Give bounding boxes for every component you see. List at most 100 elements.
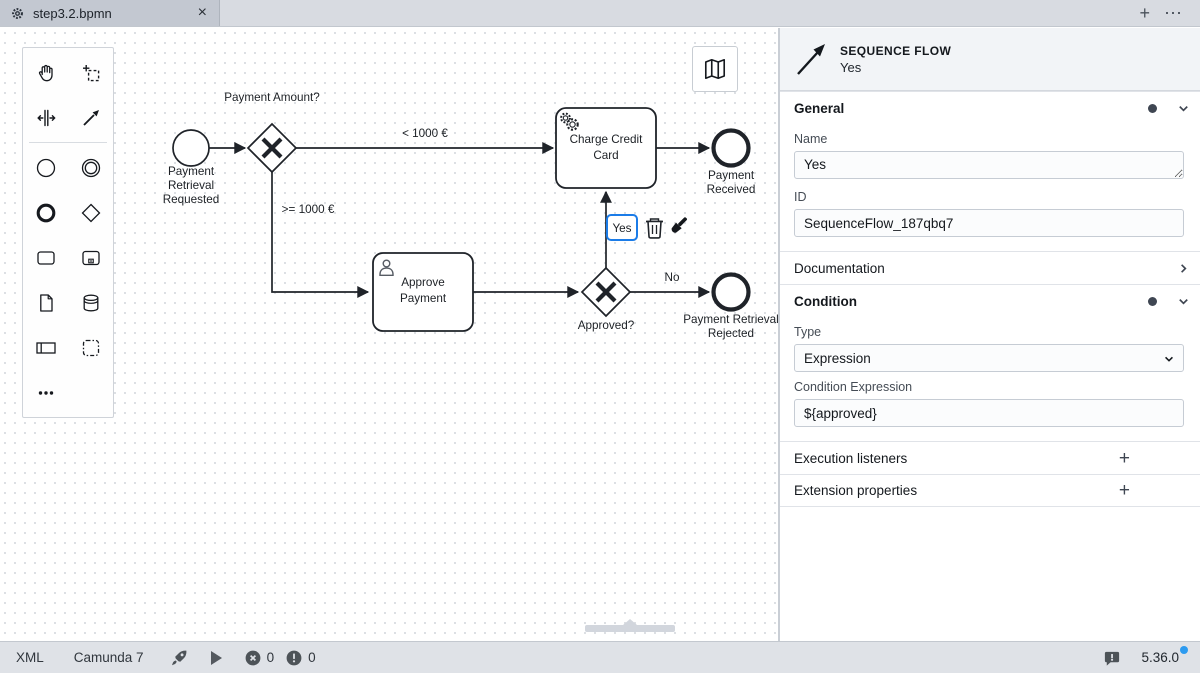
error-count: 0 bbox=[267, 650, 275, 665]
group-condition[interactable]: Condition bbox=[780, 284, 1200, 317]
palette-show-more[interactable] bbox=[23, 370, 68, 415]
start-event-label[interactable]: Requested bbox=[163, 193, 220, 206]
hand-tool[interactable] bbox=[23, 50, 68, 95]
end-received-label[interactable]: Payment bbox=[708, 169, 755, 182]
properties-header: SEQUENCE FLOW Yes bbox=[780, 28, 1200, 91]
end-rejected-label[interactable]: Payment Retrieval bbox=[683, 313, 779, 326]
intermediate-event-icon bbox=[79, 156, 103, 180]
bottom-panel-handle[interactable] bbox=[585, 625, 675, 632]
gateway1-label[interactable]: Payment Amount? bbox=[224, 91, 320, 104]
group-extension-properties[interactable]: Extension properties + bbox=[780, 474, 1200, 507]
create-end-event[interactable] bbox=[23, 190, 68, 235]
group-title: Documentation bbox=[794, 261, 885, 276]
connect-arrow-icon bbox=[79, 106, 103, 130]
create-subprocess[interactable] bbox=[68, 235, 113, 280]
name-input[interactable]: Yes bbox=[794, 151, 1184, 179]
task-charge-label: Card bbox=[593, 149, 618, 162]
gateway-icon bbox=[79, 201, 103, 225]
chevron-down-icon[interactable] bbox=[1176, 294, 1190, 308]
start-event-payment-retrieval-requested[interactable] bbox=[173, 130, 209, 166]
group-data-dot-icon bbox=[1148, 297, 1157, 306]
group-execution-listeners[interactable]: Execution listeners + bbox=[780, 441, 1200, 474]
end-event-payment-retrieval-rejected[interactable] bbox=[714, 275, 749, 310]
task-icon bbox=[34, 246, 58, 270]
create-data-store[interactable] bbox=[68, 280, 113, 325]
flow-gte1000[interactable] bbox=[272, 172, 368, 292]
version-info[interactable]: 5.36.0 bbox=[1141, 650, 1186, 665]
deploy-rocket-icon[interactable] bbox=[170, 648, 189, 667]
name-label: Name bbox=[794, 132, 1184, 146]
flow-yes-label[interactable]: Yes bbox=[612, 222, 631, 235]
condition-type-select[interactable]: Expression bbox=[794, 344, 1184, 372]
start-event-label[interactable]: Retrieval bbox=[168, 179, 214, 192]
chevron-down-icon[interactable] bbox=[1176, 101, 1190, 115]
create-intermediate-event[interactable] bbox=[68, 145, 113, 190]
end-event-icon bbox=[34, 201, 58, 225]
group-general[interactable]: General bbox=[780, 91, 1200, 124]
group-title: General bbox=[794, 101, 844, 116]
minimap-toggle-button[interactable] bbox=[692, 46, 738, 92]
map-icon bbox=[702, 56, 728, 82]
end-rejected-label[interactable]: Rejected bbox=[708, 327, 754, 340]
flow-no-label[interactable]: No bbox=[665, 271, 680, 284]
create-data-object[interactable] bbox=[23, 280, 68, 325]
chevron-right-icon[interactable] bbox=[1176, 261, 1190, 275]
condition-fields: Type Expression Condition Expression bbox=[780, 325, 1200, 441]
tab-title: step3.2.bpmn bbox=[33, 6, 194, 21]
add-extension-property-button[interactable]: + bbox=[1119, 481, 1130, 500]
create-gateway[interactable] bbox=[68, 190, 113, 235]
change-element-brush-icon[interactable] bbox=[670, 215, 689, 234]
warning-count: 0 bbox=[308, 650, 316, 665]
task-approve-label: Payment bbox=[400, 292, 447, 305]
space-icon bbox=[34, 106, 58, 130]
add-execution-listener-button[interactable]: + bbox=[1119, 449, 1130, 468]
start-event-label[interactable]: Payment bbox=[168, 165, 215, 178]
flow-lt1000-label[interactable]: < 1000 € bbox=[402, 127, 448, 140]
group-data-dot-icon bbox=[1148, 104, 1157, 113]
end-received-label[interactable]: Received bbox=[707, 183, 756, 196]
create-group[interactable] bbox=[68, 325, 113, 370]
hand-icon bbox=[34, 61, 58, 85]
group-title: Execution listeners bbox=[794, 451, 907, 466]
tab-step3-2-bpmn[interactable]: step3.2.bpmn × bbox=[0, 0, 220, 26]
global-connect-tool[interactable] bbox=[68, 95, 113, 140]
condition-type-label: Type bbox=[794, 325, 1184, 339]
data-object-icon bbox=[34, 291, 58, 315]
properties-panel: SEQUENCE FLOW Yes General Name Yes ID Do… bbox=[779, 28, 1200, 641]
feedback-icon[interactable] bbox=[1103, 649, 1121, 667]
new-tab-button[interactable]: + bbox=[1139, 4, 1150, 22]
group-title: Extension properties bbox=[794, 483, 917, 498]
condition-expression-input[interactable] bbox=[794, 399, 1184, 427]
engine-selector[interactable]: Camunda 7 bbox=[70, 650, 148, 665]
tabbar-more-icon[interactable]: ⋯ bbox=[1164, 4, 1182, 22]
delete-trash-icon[interactable] bbox=[646, 219, 663, 238]
group-title: Condition bbox=[794, 294, 857, 309]
data-store-icon bbox=[79, 291, 103, 315]
tab-bar: step3.2.bpmn × + ⋯ bbox=[0, 0, 1200, 27]
participant-icon bbox=[34, 336, 58, 360]
id-input[interactable] bbox=[794, 209, 1184, 237]
group-documentation[interactable]: Documentation bbox=[780, 251, 1200, 284]
gateway2-label[interactable]: Approved? bbox=[578, 319, 635, 332]
xml-view-button[interactable]: XML bbox=[12, 650, 48, 665]
end-event-payment-received[interactable] bbox=[714, 131, 749, 166]
warning-count-icon[interactable] bbox=[286, 650, 302, 666]
space-tool[interactable] bbox=[23, 95, 68, 140]
create-participant[interactable] bbox=[23, 325, 68, 370]
create-task[interactable] bbox=[23, 235, 68, 280]
error-count-icon[interactable] bbox=[245, 650, 261, 666]
id-label: ID bbox=[794, 190, 1184, 204]
bpmn-canvas[interactable]: Payment Retrieval Requested Payment Amou… bbox=[0, 28, 779, 641]
lasso-tool[interactable] bbox=[68, 50, 113, 95]
bpmn-diagram: Payment Retrieval Requested Payment Amou… bbox=[0, 28, 779, 641]
palette-separator bbox=[29, 142, 107, 143]
subprocess-icon bbox=[79, 246, 103, 270]
task-approve-label: Approve bbox=[401, 276, 445, 289]
create-start-event[interactable] bbox=[23, 145, 68, 190]
element-name: Yes bbox=[840, 60, 951, 75]
tab-close-icon[interactable]: × bbox=[194, 5, 211, 21]
start-instance-play-icon[interactable] bbox=[211, 651, 223, 665]
flow-gte1000-label[interactable]: >= 1000 € bbox=[282, 203, 335, 216]
status-bar: XML Camunda 7 0 0 bbox=[0, 641, 1200, 673]
lasso-icon bbox=[79, 61, 103, 85]
